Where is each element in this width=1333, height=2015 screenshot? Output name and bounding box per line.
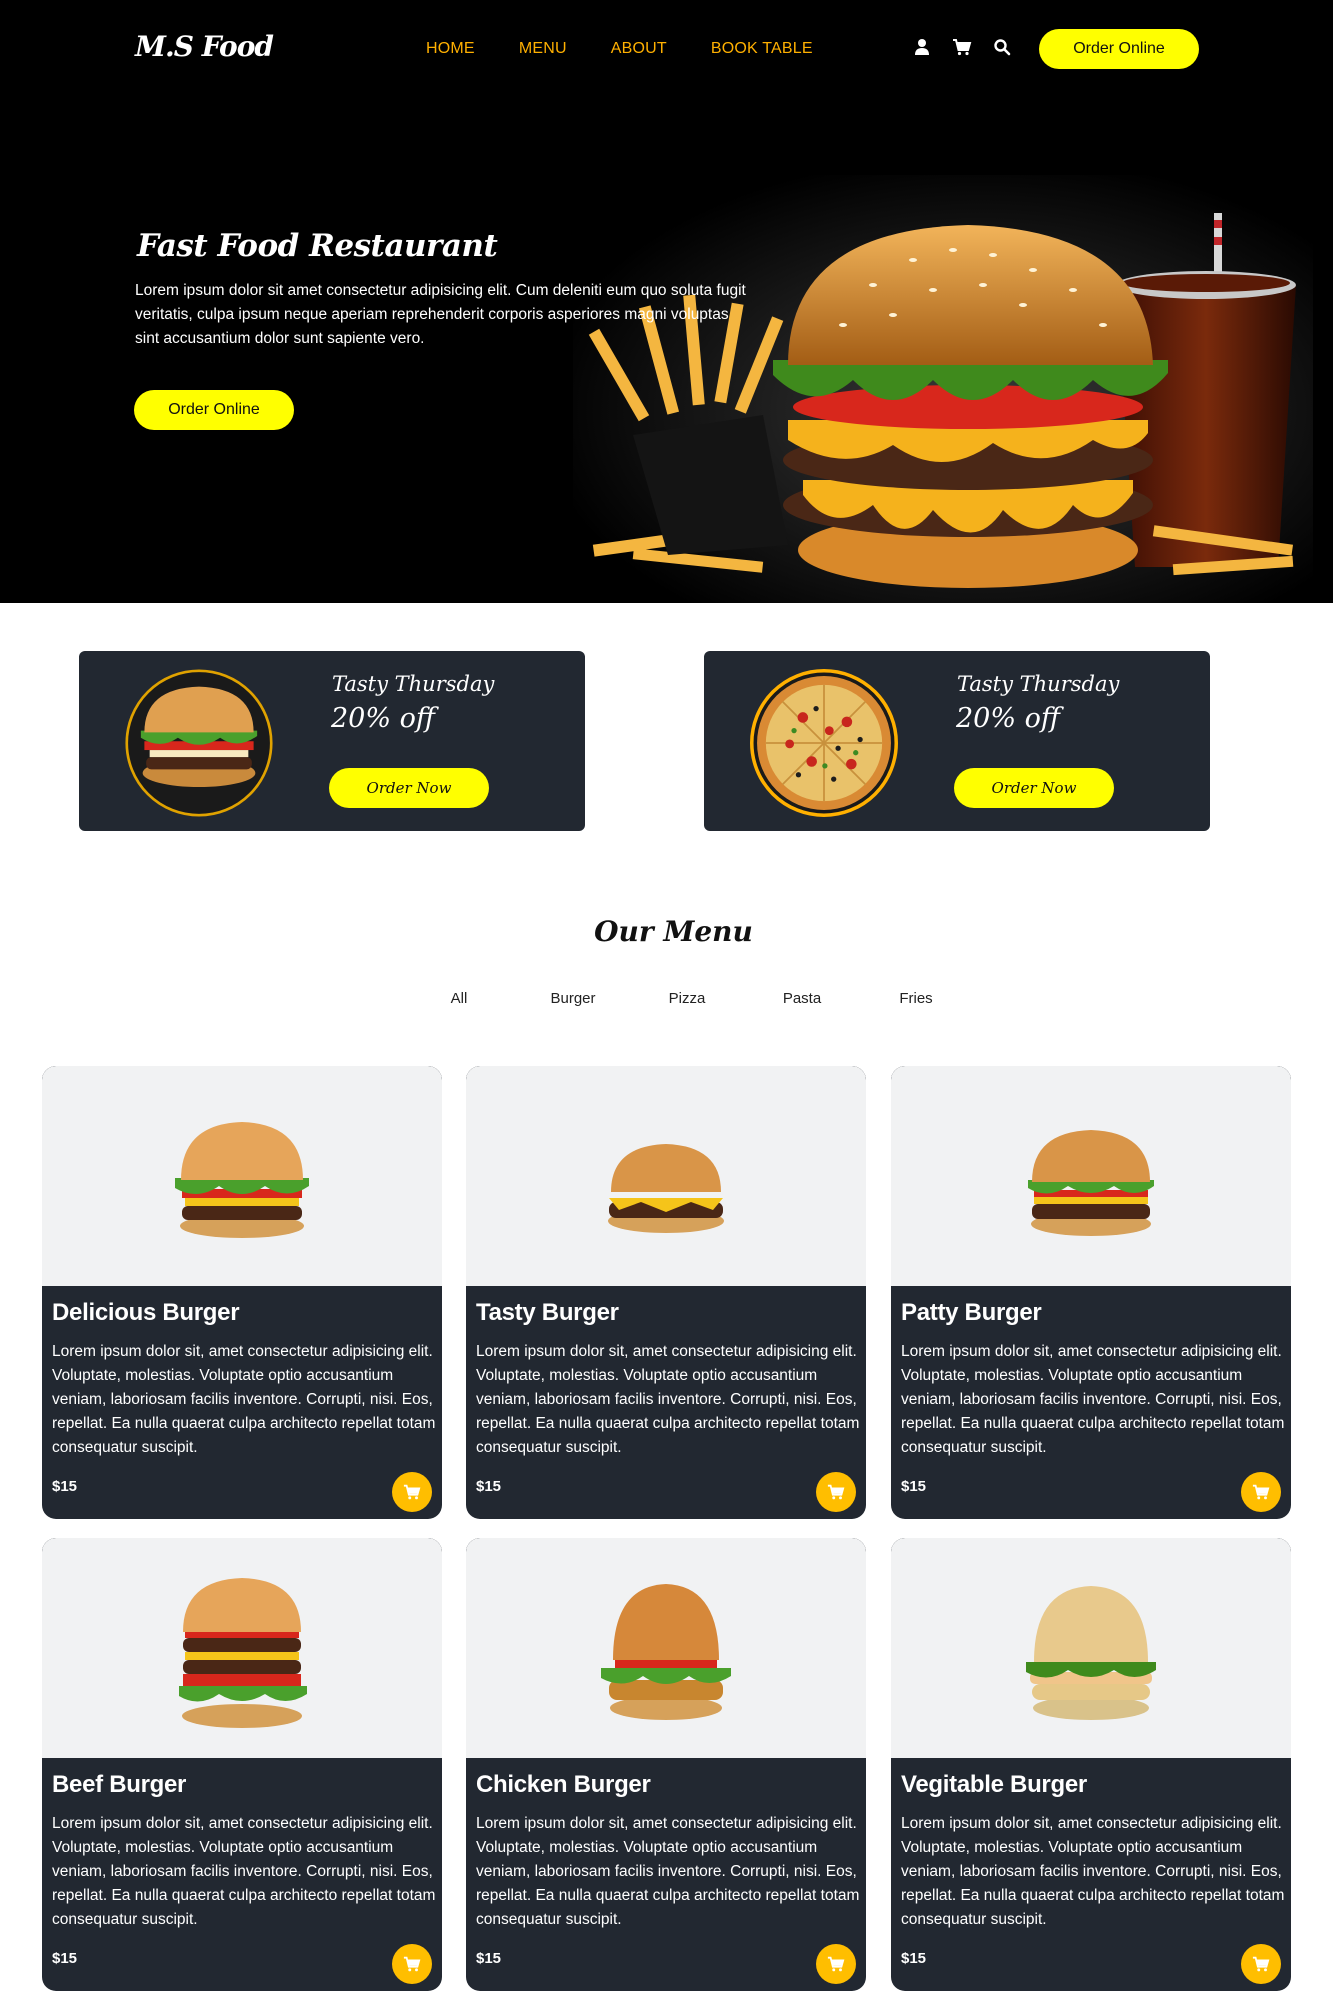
menu-card: Delicious Burger Lorem ipsum dolor sit, … — [42, 1066, 442, 1519]
filter-fries[interactable]: Fries — [899, 990, 932, 1007]
menu-card: Chicken Burger Lorem ipsum dolor sit, am… — [466, 1538, 866, 1991]
card-description: Lorem ipsum dolor sit, amet consectetur … — [52, 1815, 436, 1928]
card-description: Lorem ipsum dolor sit, amet consectetur … — [476, 1343, 860, 1456]
navbar: M.S Food HOME MENU ABOUT BOOK TABLE Orde… — [0, 0, 1333, 100]
nav-icons — [912, 37, 1012, 57]
card-image-area — [466, 1538, 866, 1758]
card-image-area — [891, 1538, 1291, 1758]
search-icon[interactable] — [992, 37, 1012, 57]
card-price: $15 — [52, 1950, 78, 1967]
filter-all[interactable]: All — [451, 990, 468, 1007]
order-online-button[interactable]: Order Online — [1039, 29, 1199, 69]
menu-filters: All Burger Pizza Pasta Fries — [0, 990, 1333, 1014]
card-price: $15 — [901, 1950, 927, 1967]
cart-icon[interactable] — [952, 37, 972, 57]
burger-image — [608, 1144, 724, 1233]
card-description: Lorem ipsum dolor sit, amet consectetur … — [901, 1815, 1285, 1928]
nav-link-about[interactable]: ABOUT — [611, 40, 667, 58]
card-price: $15 — [52, 1478, 78, 1495]
offer-burger-image — [125, 669, 273, 817]
hero-title: Fast Food Restaurant — [137, 228, 498, 264]
burger-image — [175, 1122, 309, 1238]
menu-card: Patty Burger Lorem ipsum dolor sit, amet… — [891, 1066, 1291, 1519]
card-title: Vegitable Burger — [901, 1771, 1087, 1798]
offer-order-now-button[interactable]: Order Now — [329, 768, 489, 808]
offer-card: Tasty Thursday 20% off Order Now — [704, 651, 1210, 831]
card-description: Lorem ipsum dolor sit, amet consectetur … — [901, 1343, 1285, 1456]
menu-card: Vegitable Burger Lorem ipsum dolor sit, … — [891, 1538, 1291, 1991]
card-description: Lorem ipsum dolor sit, amet consectetur … — [476, 1815, 860, 1928]
add-to-cart-button[interactable] — [816, 1472, 856, 1512]
card-title: Chicken Burger — [476, 1771, 651, 1798]
card-image-area — [466, 1066, 866, 1286]
cart-icon — [1252, 1484, 1270, 1500]
burger-image — [1028, 1130, 1154, 1236]
cart-icon — [827, 1956, 845, 1972]
burger-image — [601, 1584, 731, 1720]
cart-icon — [403, 1956, 421, 1972]
burger-image — [179, 1578, 307, 1728]
add-to-cart-button[interactable] — [392, 1472, 432, 1512]
offer-title: Tasty Thursday — [332, 672, 495, 696]
card-image-area — [42, 1538, 442, 1758]
menu-heading: Our Menu — [594, 915, 753, 948]
add-to-cart-button[interactable] — [392, 1944, 432, 1984]
cart-icon — [827, 1484, 845, 1500]
add-to-cart-button[interactable] — [816, 1944, 856, 1984]
card-price: $15 — [476, 1478, 502, 1495]
offer-card: Tasty Thursday 20% off Order Now — [79, 651, 585, 831]
offer-discount: 20% off — [956, 703, 1060, 734]
offer-order-now-button[interactable]: Order Now — [954, 768, 1114, 808]
cart-icon — [1252, 1956, 1270, 1972]
card-image-area — [891, 1066, 1291, 1286]
add-to-cart-button[interactable] — [1241, 1472, 1281, 1512]
menu-card: Beef Burger Lorem ipsum dolor sit, amet … — [42, 1538, 442, 1991]
menu-card: Tasty Burger Lorem ipsum dolor sit, amet… — [466, 1066, 866, 1519]
add-to-cart-button[interactable] — [1241, 1944, 1281, 1984]
hero-description: Lorem ipsum dolor sit amet consectetur a… — [135, 282, 746, 347]
cart-icon — [403, 1484, 421, 1500]
site-logo[interactable]: M.S Food — [135, 30, 274, 63]
card-description: Lorem ipsum dolor sit, amet consectetur … — [52, 1343, 436, 1456]
offer-pizza-image — [750, 669, 898, 817]
hero-burger-image — [573, 175, 1313, 603]
card-price: $15 — [476, 1950, 502, 1967]
nav-link-menu[interactable]: MENU — [519, 40, 567, 58]
hero-order-online-button[interactable]: Order Online — [134, 390, 294, 430]
filter-burger[interactable]: Burger — [550, 990, 595, 1007]
burger-image — [1026, 1586, 1156, 1720]
user-icon[interactable] — [912, 37, 932, 57]
filter-pasta[interactable]: Pasta — [783, 990, 821, 1007]
hero-section: M.S Food HOME MENU ABOUT BOOK TABLE Orde… — [0, 0, 1333, 603]
offer-discount: 20% off — [331, 703, 435, 734]
nav-link-home[interactable]: HOME — [426, 40, 475, 58]
nav-link-book-table[interactable]: BOOK TABLE — [711, 40, 813, 58]
card-image-area — [42, 1066, 442, 1286]
offer-title: Tasty Thursday — [957, 672, 1120, 696]
card-title: Delicious Burger — [52, 1299, 240, 1326]
card-price: $15 — [901, 1478, 927, 1495]
filter-pizza[interactable]: Pizza — [669, 990, 706, 1007]
card-title: Patty Burger — [901, 1299, 1042, 1326]
nav-links: HOME MENU ABOUT BOOK TABLE — [426, 40, 857, 58]
card-title: Tasty Burger — [476, 1299, 619, 1326]
card-title: Beef Burger — [52, 1771, 187, 1798]
